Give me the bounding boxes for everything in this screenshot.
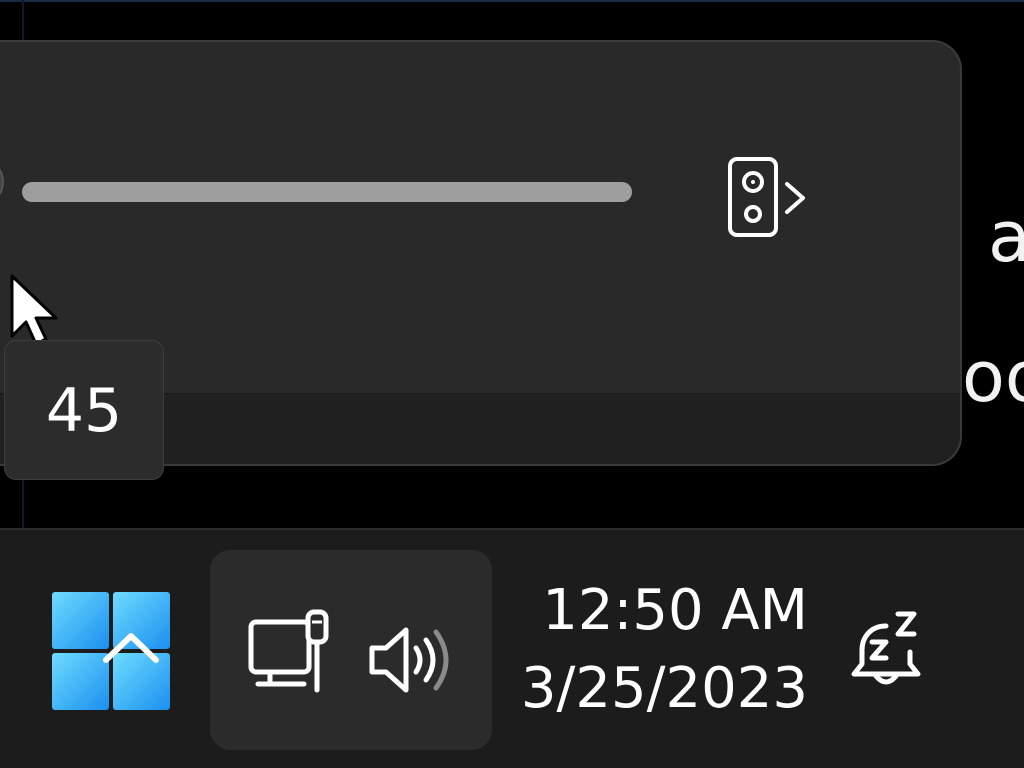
- desktop-screen: a oo 45: [0, 0, 1024, 768]
- clock-button[interactable]: 12:50 AM 3/25/2023: [520, 578, 820, 728]
- volume-slider-track[interactable]: [22, 182, 632, 202]
- snooze-bell-icon[interactable]: [846, 608, 926, 692]
- chevron-right-icon: [785, 182, 805, 214]
- start-button[interactable]: [52, 592, 170, 710]
- window-top-border: [0, 0, 1024, 2]
- background-window-text-1: a: [988, 196, 1024, 278]
- volume-slider-thumb[interactable]: [0, 158, 4, 206]
- system-tray-group[interactable]: [210, 550, 492, 750]
- background-window-text-2: oo: [962, 336, 1024, 418]
- clock-time: 12:50 AM: [542, 578, 808, 643]
- output-device-button[interactable]: [727, 150, 857, 238]
- clock-date: 3/25/2023: [520, 656, 808, 721]
- taskbar: 12:50 AM 3/25/2023: [0, 528, 1024, 768]
- speaker-volume-icon: [369, 627, 449, 693]
- volume-tooltip: 45: [4, 340, 164, 480]
- ethernet-monitor-icon: [248, 609, 329, 693]
- speaker-icon: [728, 157, 778, 237]
